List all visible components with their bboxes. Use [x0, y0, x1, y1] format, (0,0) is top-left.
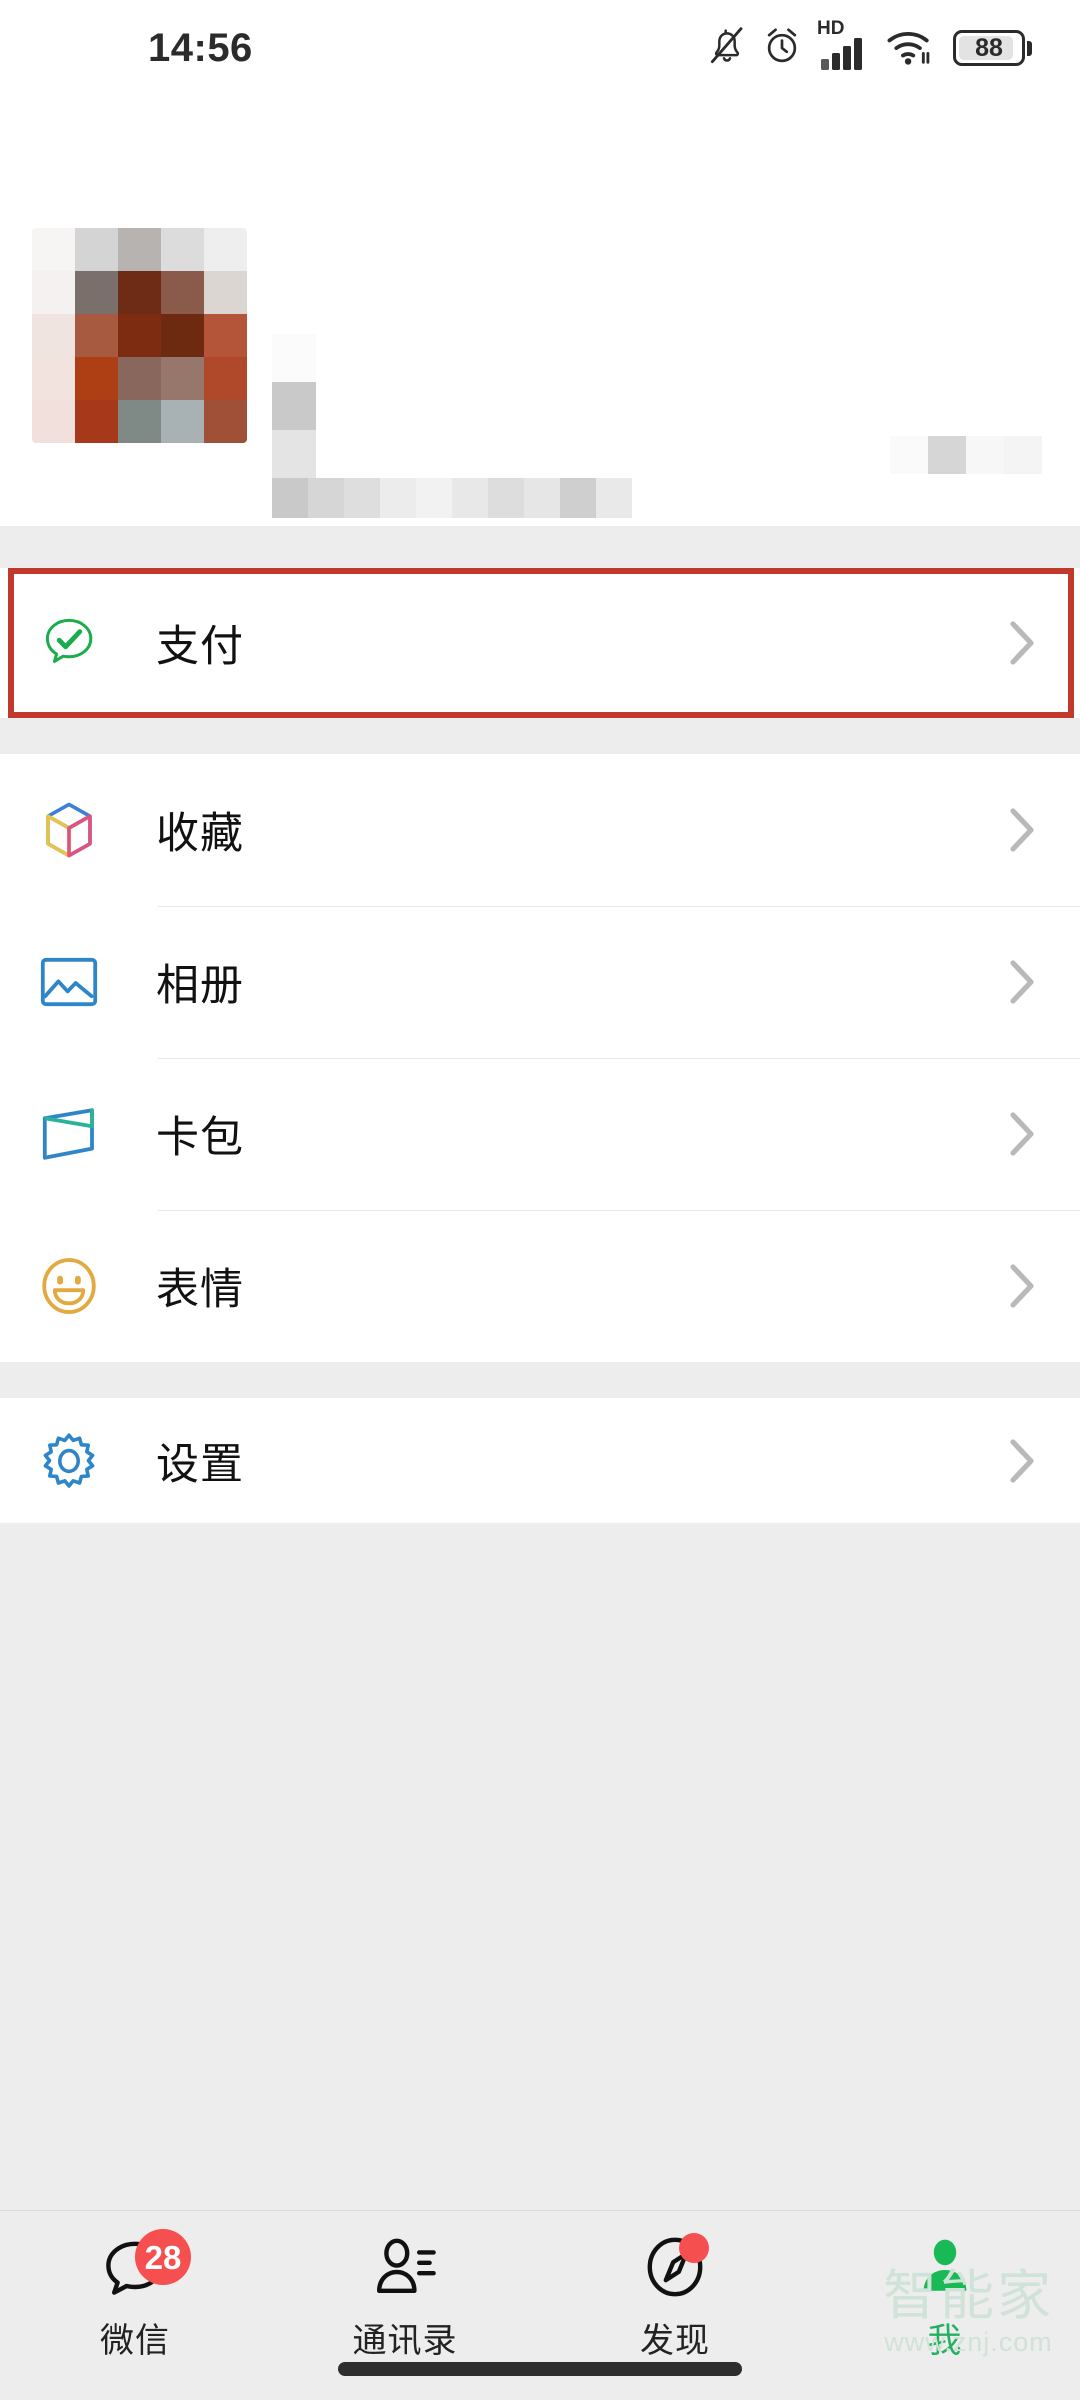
- pay-icon: [36, 610, 102, 676]
- avatar[interactable]: [32, 228, 247, 443]
- section-gap-2: [0, 718, 1080, 754]
- status-icons: HD 88: [707, 19, 1032, 73]
- tab-label: 发现: [640, 2322, 710, 2360]
- alarm-clock-icon: [761, 24, 803, 73]
- list-item-settings[interactable]: 设置: [0, 1398, 1080, 1523]
- tab-me[interactable]: 我: [810, 2211, 1080, 2400]
- chevron-right-icon: [1002, 1263, 1042, 1309]
- list-item-label: 表情: [156, 1266, 244, 1314]
- chevron-right-icon: [1002, 807, 1042, 853]
- list-item-label: 相册: [156, 962, 244, 1010]
- list-item-pay[interactable]: 支付: [0, 568, 1080, 718]
- hd-signal-icon: HD: [817, 19, 871, 71]
- profile-header[interactable]: [0, 96, 1080, 526]
- person-icon: [914, 2236, 976, 2303]
- list-item-cards[interactable]: 卡包: [0, 1058, 1080, 1210]
- chevron-right-icon: [1002, 1111, 1042, 1157]
- settings-section: 设置: [0, 1398, 1080, 1523]
- list-item-label: 卡包: [156, 1114, 244, 1162]
- list-item-label: 支付: [156, 623, 244, 671]
- battery-cap: [1027, 40, 1032, 56]
- status-bar: 14:56 HD 88: [0, 0, 1080, 96]
- chevron-right-icon: [1002, 959, 1042, 1005]
- chevron-right-icon: [1002, 1438, 1042, 1484]
- new-dot-badge: [679, 2233, 709, 2263]
- wifi-icon: [885, 26, 935, 71]
- mute-bell-icon: [707, 24, 747, 73]
- album-photo-icon: [36, 949, 102, 1015]
- pay-section: 支付: [0, 568, 1080, 718]
- hd-label: HD: [817, 18, 845, 39]
- section-gap-3: [0, 1362, 1080, 1398]
- battery-icon: 88: [953, 30, 1032, 66]
- content-section: 收藏 相册 卡包 表情: [0, 754, 1080, 1362]
- stickers-smiley-icon: [36, 1253, 102, 1319]
- empty-area: [0, 1523, 1080, 2210]
- list-item-album[interactable]: 相册: [0, 906, 1080, 1058]
- cards-wallet-icon: [36, 1101, 102, 1167]
- profile-qr-redacted: [890, 436, 1042, 474]
- tab-label: 微信: [100, 2322, 170, 2360]
- list-item-label: 设置: [156, 1440, 244, 1489]
- favorites-cube-icon: [36, 797, 102, 863]
- tab-chats[interactable]: 28 微信: [0, 2211, 270, 2400]
- settings-gear-icon: [36, 1428, 102, 1494]
- tab-label: 我: [927, 2322, 963, 2360]
- list-item-stickers[interactable]: 表情: [0, 1210, 1080, 1362]
- status-clock: 14:56: [148, 25, 253, 70]
- unread-badge: 28: [135, 2229, 191, 2285]
- contacts-icon: [372, 2236, 438, 2303]
- battery-level: 88: [975, 33, 1003, 62]
- profile-wechat-id-redacted: [272, 478, 632, 518]
- list-item-favorites[interactable]: 收藏: [0, 754, 1080, 906]
- home-indicator[interactable]: [338, 2362, 742, 2376]
- profile-name-redacted: [272, 334, 316, 478]
- chevron-right-icon: [1002, 620, 1042, 666]
- section-gap-1: [0, 526, 1080, 568]
- list-item-label: 收藏: [156, 810, 244, 858]
- tab-label: 通讯录: [352, 2322, 458, 2360]
